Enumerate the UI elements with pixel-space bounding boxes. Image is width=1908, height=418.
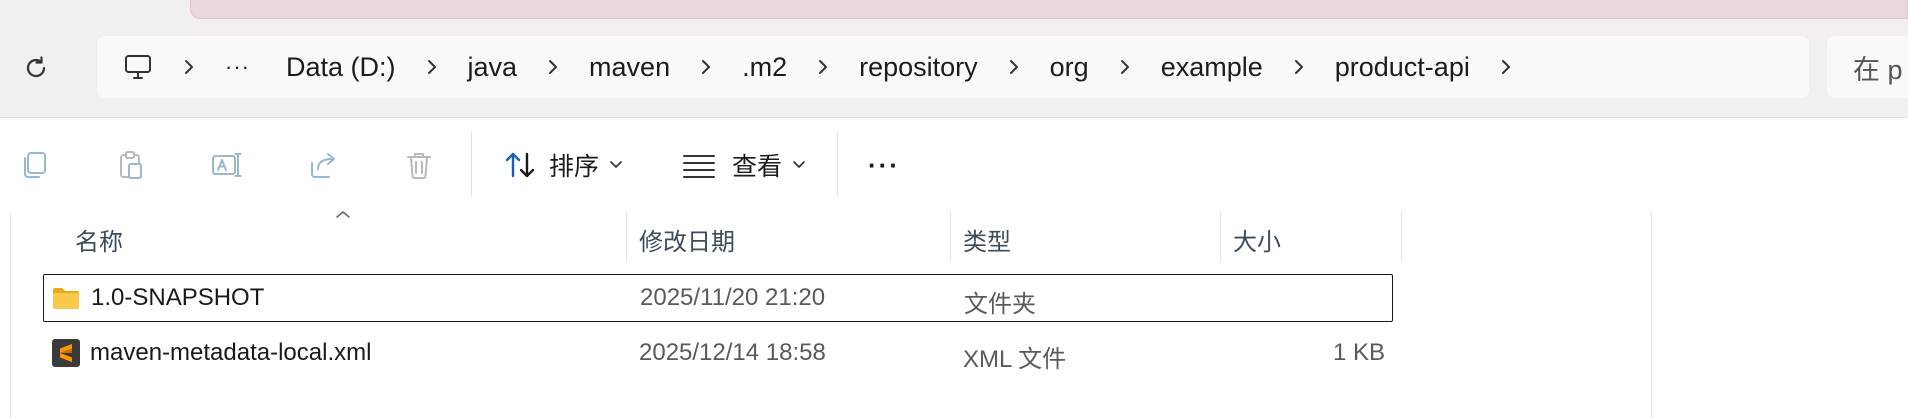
list-item[interactable]: 1.0-SNAPSHOT 2025/11/20 21:20 文件夹 (43, 274, 1393, 322)
column-header-size[interactable]: 大小 (1233, 222, 1281, 257)
refresh-button[interactable] (18, 50, 54, 86)
more-options-button[interactable]: ··· (868, 138, 900, 192)
this-pc-icon[interactable] (123, 52, 153, 82)
refresh-icon (26, 56, 46, 78)
pane-divider (1651, 212, 1652, 418)
tab-strip (0, 0, 1908, 20)
sublime-file-icon (52, 339, 80, 367)
chevron-right-icon[interactable] (813, 57, 833, 77)
file-type: 文件夹 (964, 291, 1036, 318)
trash-icon (407, 153, 431, 179)
chevron-right-icon[interactable] (1115, 57, 1135, 77)
breadcrumb-item-drive[interactable]: Data (D:) (286, 52, 396, 83)
copy-icon (24, 152, 46, 178)
chevron-right-icon[interactable] (1004, 57, 1024, 77)
toolbar-divider (471, 132, 472, 196)
command-bar: 排序 查看 ··· (0, 117, 1908, 213)
paste-button[interactable] (111, 146, 149, 184)
column-header-row: 名称 修改日期 类型 大小 (0, 211, 1402, 262)
share-icon (311, 153, 335, 178)
paste-icon (120, 151, 142, 179)
breadcrumb-item-org[interactable]: org (1050, 52, 1089, 83)
view-label: 查看 (732, 153, 783, 181)
view-list-icon (683, 155, 715, 178)
address-bar[interactable]: ··· Data (D:) java maven .m2 repository … (97, 36, 1809, 98)
column-divider[interactable] (950, 212, 951, 262)
file-date: 2025/11/20 21:20 (640, 284, 826, 311)
sort-ascending-icon (335, 206, 351, 224)
file-date: 2025/12/14 18:58 (639, 339, 826, 366)
chevron-right-icon[interactable] (1289, 57, 1309, 77)
more-options-icon: ··· (868, 149, 900, 180)
breadcrumb-item-java[interactable]: java (468, 52, 518, 83)
active-tab-edge[interactable] (190, 0, 1908, 19)
file-name[interactable]: 1.0-SNAPSHOT (91, 284, 264, 312)
column-divider[interactable] (1401, 212, 1402, 262)
sort-button[interactable]: 排序 (503, 138, 623, 192)
copy-button[interactable] (16, 146, 54, 184)
delete-button[interactable] (400, 146, 438, 184)
chevron-right-icon[interactable] (422, 57, 442, 77)
sort-icon (505, 152, 535, 178)
rename-icon (212, 153, 242, 177)
search-placeholder: 在 p (1853, 54, 1903, 85)
file-list: 名称 修改日期 类型 大小 1.0-SNAPSHOT 2025/11/20 21… (0, 211, 1908, 418)
address-row: ··· Data (D:) java maven .m2 repository … (0, 20, 1908, 117)
file-type: XML 文件 (963, 346, 1067, 373)
column-header-date[interactable]: 修改日期 (639, 222, 735, 257)
chevron-right-icon[interactable] (1496, 57, 1516, 77)
search-input[interactable]: 在 p (1827, 36, 1908, 98)
breadcrumb-item-maven[interactable]: maven (589, 52, 670, 83)
breadcrumb-item-example[interactable]: example (1161, 52, 1263, 83)
list-item[interactable]: maven-metadata-local.xml 2025/12/14 18:5… (43, 330, 1393, 378)
breadcrumb-item-m2[interactable]: .m2 (742, 52, 787, 83)
file-name[interactable]: maven-metadata-local.xml (90, 339, 371, 367)
column-header-name[interactable]: 名称 (75, 222, 123, 257)
column-header-type[interactable]: 类型 (963, 222, 1011, 257)
chevron-right-icon[interactable] (543, 57, 563, 77)
column-divider[interactable] (626, 212, 627, 262)
share-button[interactable] (304, 146, 342, 184)
breadcrumb-item-product-api[interactable]: product-api (1335, 52, 1470, 83)
chevron-right-icon[interactable] (179, 57, 199, 77)
breadcrumb-item-repository[interactable]: repository (859, 52, 978, 83)
folder-icon (53, 288, 79, 309)
rename-button[interactable] (207, 146, 245, 184)
chevron-down-icon (792, 160, 806, 170)
column-divider[interactable] (1220, 212, 1221, 262)
breadcrumb-overflow[interactable]: ··· (225, 54, 250, 80)
toolbar-divider (837, 132, 838, 196)
chevron-right-icon[interactable] (696, 57, 716, 77)
view-button[interactable]: 查看 (682, 138, 806, 192)
chevron-down-icon (609, 160, 623, 170)
sort-label: 排序 (549, 153, 600, 181)
file-size: 1 KB (1332, 339, 1385, 366)
